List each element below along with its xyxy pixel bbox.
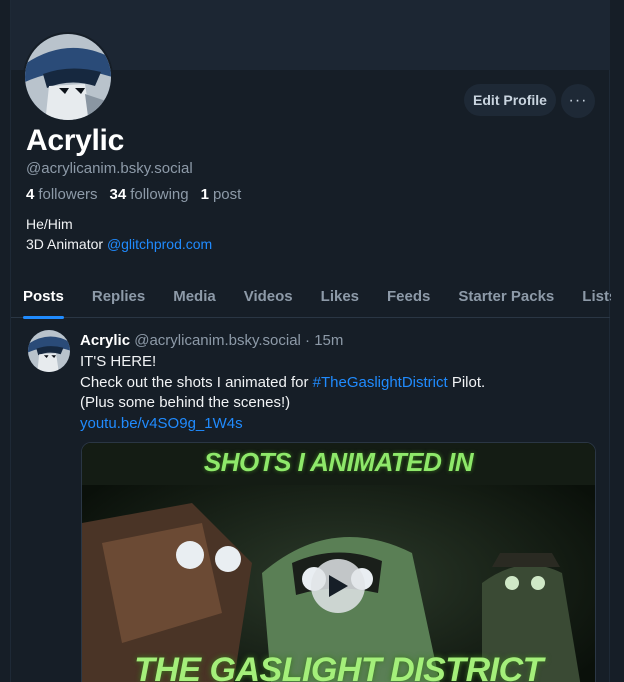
post-line-2-text: Check out the shots I animated for bbox=[80, 373, 313, 391]
post-body: IT'S HERE! Check out the shots I animate… bbox=[80, 352, 600, 434]
followers-stat[interactable]: 4 followers bbox=[26, 186, 98, 203]
ellipsis-icon: ··· bbox=[568, 92, 588, 109]
tab-posts[interactable]: Posts bbox=[23, 274, 64, 319]
profile-tabs: Posts Replies Media Videos Likes Feeds S… bbox=[11, 274, 617, 319]
more-options-button[interactable]: ··· bbox=[561, 84, 595, 118]
post-item[interactable]: Acrylic @acrylicanim.bsky.social · 15m I… bbox=[11, 318, 610, 682]
post-author-avatar[interactable] bbox=[28, 330, 70, 372]
profile-stats: 4 followers 34 following 1 post bbox=[26, 186, 241, 203]
play-button[interactable] bbox=[311, 559, 365, 613]
profile-avatar[interactable] bbox=[23, 32, 113, 122]
profile-handle: @acrylicanim.bsky.social bbox=[26, 160, 193, 177]
thumbnail-title-bottom: THE GASLIGHT DISTRICT bbox=[134, 651, 543, 682]
profile-bio: He/Him 3D Animator @glitchprod.com bbox=[26, 214, 212, 254]
tab-starter-packs[interactable]: Starter Packs bbox=[458, 274, 554, 318]
thumbnail-title-top: SHOTS I ANIMATED IN bbox=[203, 447, 474, 477]
profile-column: Edit Profile ··· Acrylic @acrylicanim.bs… bbox=[10, 0, 617, 682]
video-thumbnail[interactable]: SHOTS I ANIMATED IN THE GASLIGHT DISTRIC… bbox=[81, 442, 596, 682]
right-margin bbox=[611, 0, 624, 682]
display-name: Acrylic bbox=[26, 124, 124, 157]
bio-mention-link[interactable]: @glitchprod.com bbox=[107, 236, 212, 252]
play-icon bbox=[329, 575, 348, 597]
followers-label: followers bbox=[38, 186, 98, 203]
left-margin bbox=[0, 0, 10, 682]
post-line-2-suffix: Pilot. bbox=[447, 373, 486, 391]
edit-profile-button[interactable]: Edit Profile bbox=[464, 84, 556, 116]
tab-replies[interactable]: Replies bbox=[92, 274, 145, 318]
post-separator: · bbox=[300, 332, 315, 349]
tab-feeds[interactable]: Feeds bbox=[387, 274, 430, 318]
bio-role-line: 3D Animator @glitchprod.com bbox=[26, 234, 212, 254]
following-label: following bbox=[130, 186, 189, 203]
avatar-illustration-small bbox=[28, 330, 70, 372]
posts-label: post bbox=[212, 186, 242, 203]
bio-pronouns: He/Him bbox=[26, 216, 73, 232]
tab-media[interactable]: Media bbox=[173, 274, 216, 318]
posts-stat: 1 post bbox=[201, 186, 242, 203]
followers-count: 4 bbox=[26, 186, 35, 203]
hashtag-link[interactable]: #TheGaslightDistrict bbox=[313, 374, 448, 391]
post-line-1: IT'S HERE! bbox=[80, 353, 157, 370]
avatar-illustration bbox=[25, 34, 111, 120]
bio-role-text: 3D Animator bbox=[26, 236, 107, 252]
post-header: Acrylic @acrylicanim.bsky.social · 15m bbox=[80, 332, 343, 349]
tab-likes[interactable]: Likes bbox=[321, 274, 359, 318]
post-author-name[interactable]: Acrylic bbox=[80, 332, 130, 349]
post-line-3: (Plus some behind the scenes!) bbox=[80, 394, 291, 411]
post-author-handle[interactable]: @acrylicanim.bsky.social bbox=[134, 332, 301, 349]
posts-count: 1 bbox=[200, 186, 209, 203]
tab-videos[interactable]: Videos bbox=[244, 274, 293, 318]
post-external-link[interactable]: youtu.be/v4SO9g_1W4s bbox=[80, 414, 600, 435]
following-stat[interactable]: 34 following bbox=[110, 186, 189, 203]
following-count: 34 bbox=[109, 186, 127, 203]
post-line-2: Check out the shots I animated for #TheG… bbox=[80, 373, 600, 394]
post-time[interactable]: 15m bbox=[314, 332, 343, 349]
